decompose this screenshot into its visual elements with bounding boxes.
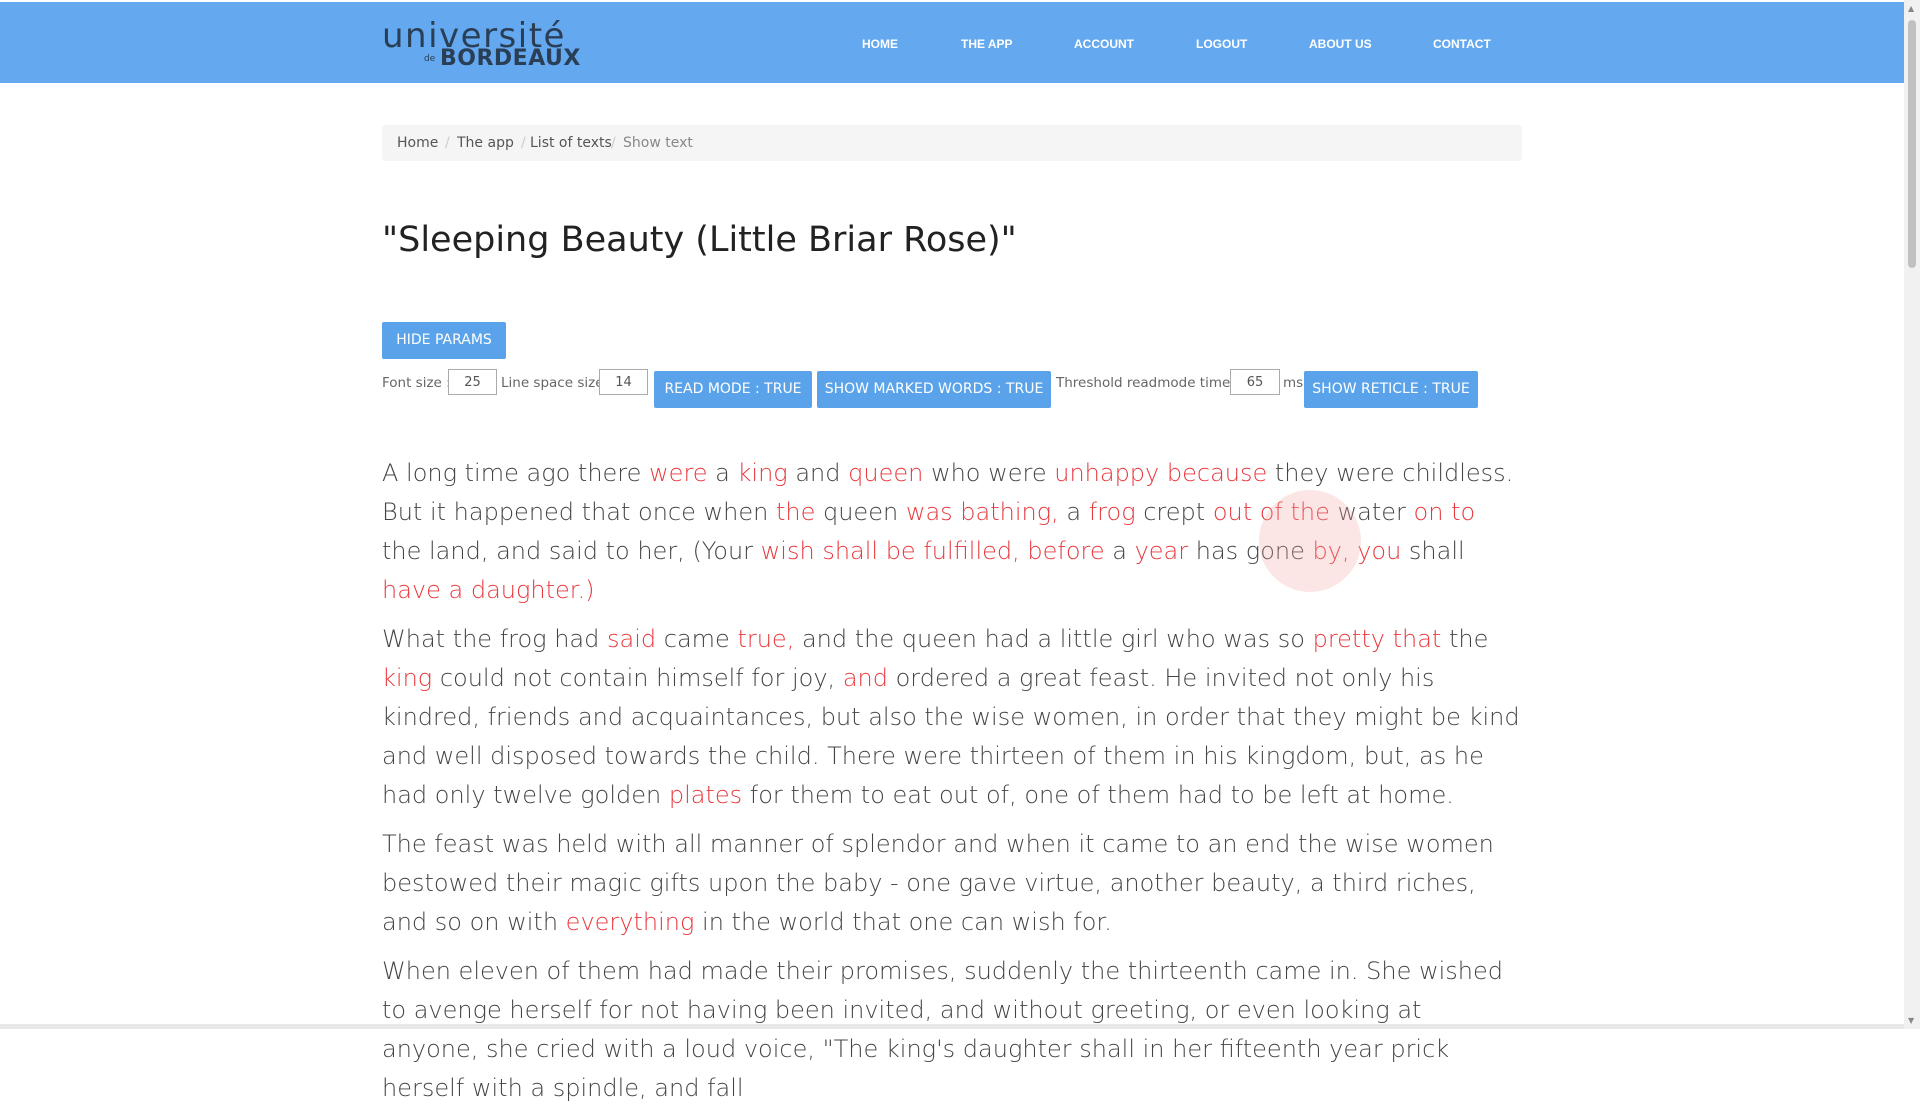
marked-word: everything xyxy=(565,908,695,936)
marked-word: and xyxy=(842,664,888,692)
reading-reticle xyxy=(1259,490,1361,592)
nav-the-app[interactable]: THE APP xyxy=(961,37,1013,51)
show-marked-words-toggle-button[interactable]: SHOW MARKED WORDS : TRUE xyxy=(817,371,1051,408)
page-title: "Sleeping Beauty (Little Briar Rose)" xyxy=(382,220,1017,260)
marked-word: was bathing, xyxy=(905,498,1059,526)
scrollbar-thumb[interactable] xyxy=(1908,20,1916,268)
text-segment: who were xyxy=(923,459,1055,487)
marked-word: plates xyxy=(668,781,743,809)
font-size-input[interactable] xyxy=(448,369,497,395)
marked-word: the xyxy=(775,498,816,526)
text-segment: What the frog had xyxy=(382,625,607,653)
marked-word: pretty that xyxy=(1312,625,1442,653)
marked-word: unhappy because xyxy=(1054,459,1268,487)
marked-word: king xyxy=(382,664,433,692)
nav-contact[interactable]: CONTACT xyxy=(1433,37,1491,51)
font-size-label: Font size : xyxy=(382,375,451,391)
nav-account[interactable]: ACCOUNT xyxy=(1074,37,1134,51)
universite-bordeaux-logo[interactable]: université de BORDEAUX xyxy=(382,16,582,72)
marked-word: wish shall be fulfilled, before xyxy=(760,537,1105,565)
breadcrumb: Home / The app / List of texts / Show te… xyxy=(382,125,1522,161)
show-reticle-toggle-button[interactable]: SHOW RETICLE : TRUE xyxy=(1304,371,1478,408)
marked-word: true, xyxy=(737,625,795,653)
text-segment: and xyxy=(787,459,849,487)
page-scrollbar[interactable]: ▲ ▼ xyxy=(1904,0,1920,1029)
scroll-down-icon[interactable]: ▼ xyxy=(1908,1016,1914,1025)
text-segment: A long time ago there xyxy=(382,459,650,487)
text-segment: for them to eat out of, one of them had … xyxy=(742,781,1454,809)
marked-word: were xyxy=(649,459,708,487)
text-segment: a xyxy=(707,459,738,487)
breadcrumb-the-app[interactable]: The app xyxy=(457,125,514,161)
breadcrumb-home[interactable]: Home xyxy=(397,125,438,161)
story-paragraph: What the frog had said came true, and th… xyxy=(382,620,1522,815)
top-navbar: université de BORDEAUX HOME THE APP ACCO… xyxy=(0,2,1904,83)
breadcrumb-separator: / xyxy=(445,135,450,151)
line-space-label: Line space size xyxy=(501,375,604,391)
threshold-input[interactable] xyxy=(1230,369,1280,395)
text-segment: crept xyxy=(1135,498,1213,526)
line-space-input[interactable] xyxy=(599,369,648,395)
logo-text-de: de xyxy=(424,54,436,64)
text-segment: shall xyxy=(1401,537,1465,565)
text-segment: came xyxy=(656,625,738,653)
text-segment: the xyxy=(1441,625,1489,653)
text-segment: a xyxy=(1058,498,1089,526)
text-segment: the land, and said to her, (Your xyxy=(382,537,761,565)
marked-word: king xyxy=(737,459,788,487)
breadcrumb-separator: / xyxy=(611,135,616,151)
read-mode-toggle-button[interactable]: READ MODE : TRUE xyxy=(654,371,812,408)
text-segment: a xyxy=(1104,537,1135,565)
hide-params-button[interactable]: HIDE PARAMS xyxy=(382,322,506,359)
marked-word: year xyxy=(1134,537,1189,565)
breadcrumb-separator: / xyxy=(521,135,526,151)
text-segment: in the world that one can wish for. xyxy=(694,908,1112,936)
text-segment: and the queen had a little girl who was … xyxy=(794,625,1313,653)
marked-word: said xyxy=(607,625,657,653)
threshold-label: Threshold readmode time : xyxy=(1056,375,1240,391)
threshold-unit-label: ms xyxy=(1283,375,1304,391)
scroll-up-icon[interactable]: ▲ xyxy=(1908,4,1914,13)
nav-home[interactable]: HOME xyxy=(862,37,898,51)
text-segment: could not contain himself for joy, xyxy=(432,664,843,692)
breadcrumb-show-text: Show text xyxy=(623,135,693,151)
nav-logout[interactable]: LOGOUT xyxy=(1196,37,1247,51)
logo-text-bordeaux: BORDEAUX xyxy=(440,46,581,71)
marked-word: have a daughter.) xyxy=(382,576,595,604)
window-bottom-edge xyxy=(0,1024,1904,1029)
nav-about-us[interactable]: ABOUT US xyxy=(1309,37,1372,51)
story-paragraph: When eleven of them had made their promi… xyxy=(382,952,1522,1108)
marked-word: frog xyxy=(1088,498,1136,526)
story-paragraph: The feast was held with all manner of sp… xyxy=(382,825,1522,942)
text-segment: queen xyxy=(815,498,906,526)
text-segment: When eleven of them had made their promi… xyxy=(382,957,1503,1102)
marked-word: on to xyxy=(1413,498,1476,526)
marked-word: queen xyxy=(848,459,924,487)
breadcrumb-list-of-texts[interactable]: List of texts xyxy=(530,125,612,161)
